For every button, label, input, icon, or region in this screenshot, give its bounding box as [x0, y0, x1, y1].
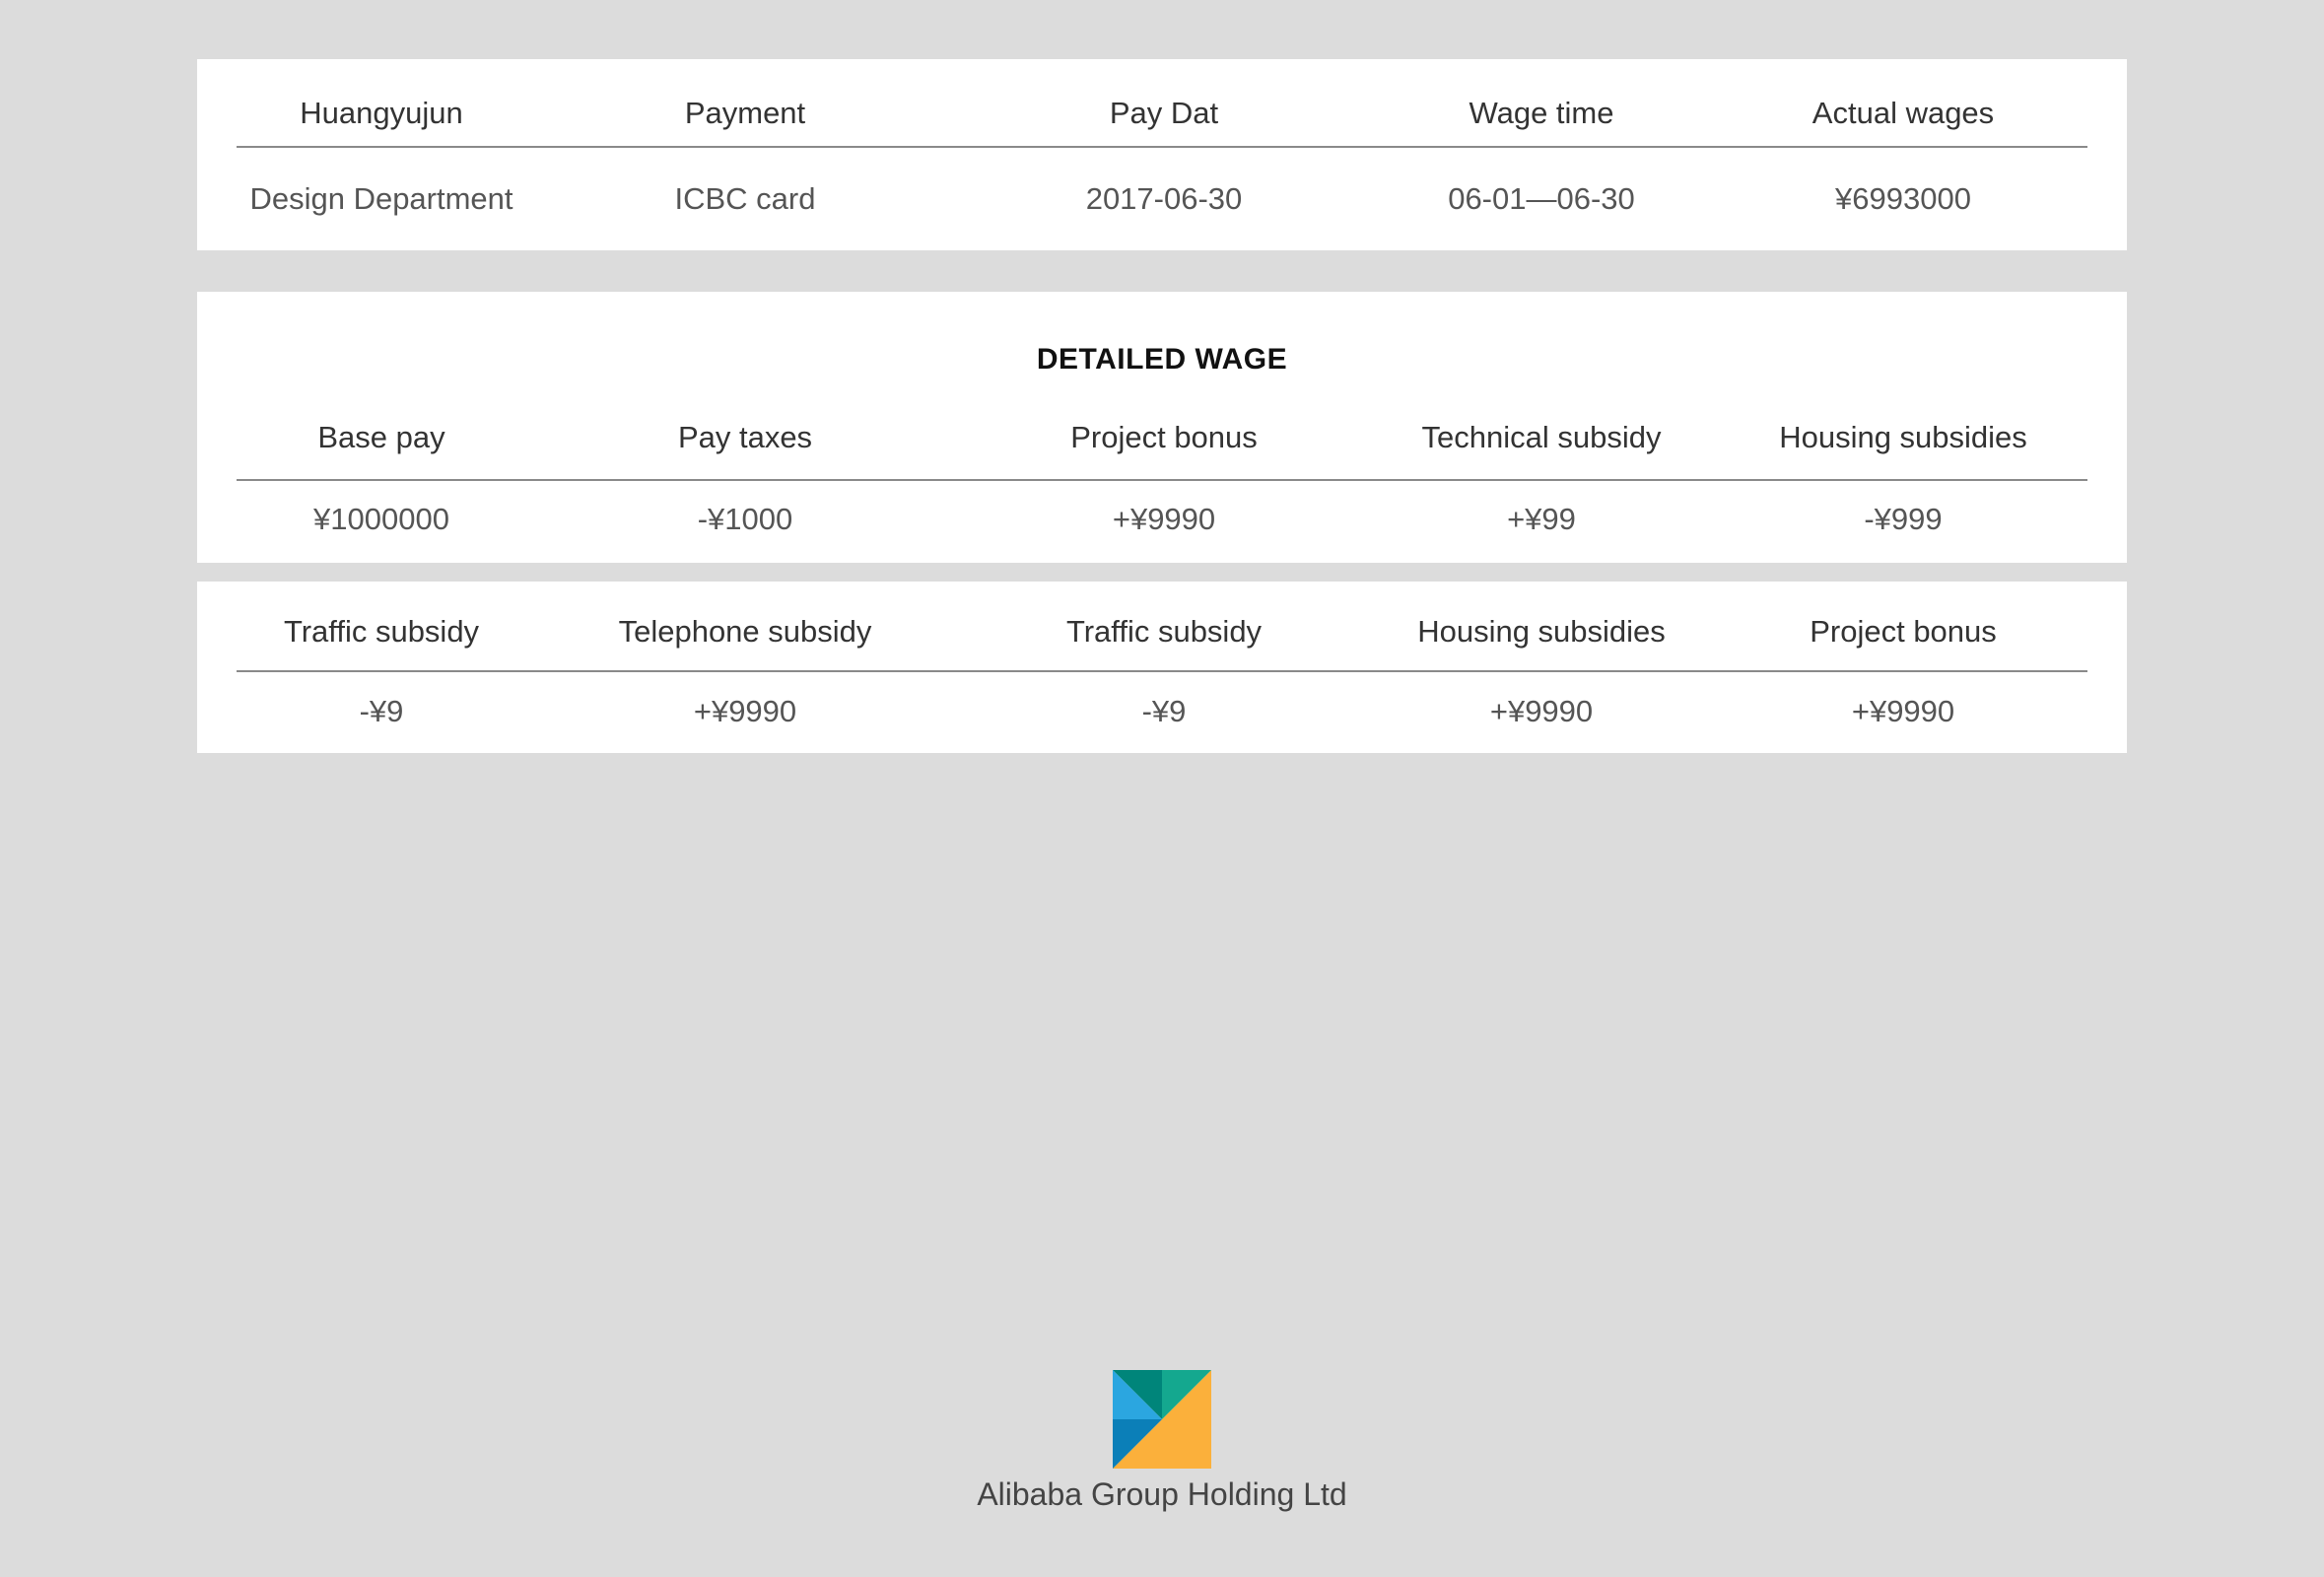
header-base-pay: Base pay — [317, 420, 445, 454]
detailed-header-row: Base pay Pay taxes Project bonus Technic… — [237, 398, 2087, 477]
section-title: DETAILED WAGE — [1036, 343, 1288, 376]
logo-graphic — [1113, 1370, 1211, 1469]
value-housing-subsidies: -¥999 — [1864, 502, 1943, 536]
value-housing-subsidies-2: +¥9990 — [1489, 694, 1594, 728]
header-traffic-subsidy-2: Traffic subsidy — [1065, 614, 1263, 649]
subsidies-value-row: -¥9 +¥9990 -¥9 +¥9990 +¥9990 — [237, 672, 2087, 751]
value-project-bonus-2: +¥9990 — [1851, 694, 1955, 728]
header-technical-subsidy: Technical subsidy — [1421, 420, 1662, 454]
detailed-wage-card: DETAILED WAGE Base pay Pay taxes Project… — [197, 292, 2127, 563]
value-pay-taxes: -¥1000 — [697, 502, 793, 536]
value-actual-wages: ¥6993000 — [1835, 181, 1971, 216]
value-traffic-subsidy-2: -¥9 — [1141, 694, 1187, 728]
header-traffic-subsidy: Traffic subsidy — [283, 614, 480, 649]
value-telephone-subsidy: +¥9990 — [693, 694, 797, 728]
header-pay-taxes: Pay taxes — [677, 420, 813, 454]
value-base-pay: ¥1000000 — [313, 502, 449, 536]
header-telephone-subsidy: Telephone subsidy — [618, 614, 872, 649]
header-housing-subsidies-2: Housing subsidies — [1417, 614, 1666, 649]
value-wage-time: 06-01—06-30 — [1448, 181, 1635, 216]
summary-card: Huangyujun Payment Pay Dat Wage time Act… — [197, 59, 2127, 250]
value-payment-method: ICBC card — [674, 181, 816, 216]
value-traffic-subsidy: -¥9 — [359, 694, 404, 728]
header-project-bonus-2: Project bonus — [1810, 614, 1997, 649]
summary-value-row: Design Department ICBC card 2017-06-30 0… — [237, 148, 2087, 250]
header-housing-subsidies: Housing subsidies — [1779, 420, 2027, 454]
subsidies-card: Traffic subsidy Telephone subsidy Traffi… — [197, 582, 2127, 753]
value-technical-subsidy: +¥99 — [1507, 502, 1576, 536]
value-pay-date: 2017-06-30 — [1085, 181, 1243, 216]
alibaba-logo-icon — [1113, 1370, 1211, 1469]
detailed-value-row: ¥1000000 -¥1000 +¥9990 +¥99 -¥999 — [237, 481, 2087, 558]
subsidies-header-row: Traffic subsidy Telephone subsidy Traffi… — [237, 582, 2087, 682]
company-name: Alibaba Group Holding Ltd — [977, 1476, 1347, 1512]
header-project-bonus: Project bonus — [1070, 420, 1258, 454]
value-department: Design Department — [249, 181, 513, 216]
value-project-bonus: +¥9990 — [1112, 502, 1216, 536]
